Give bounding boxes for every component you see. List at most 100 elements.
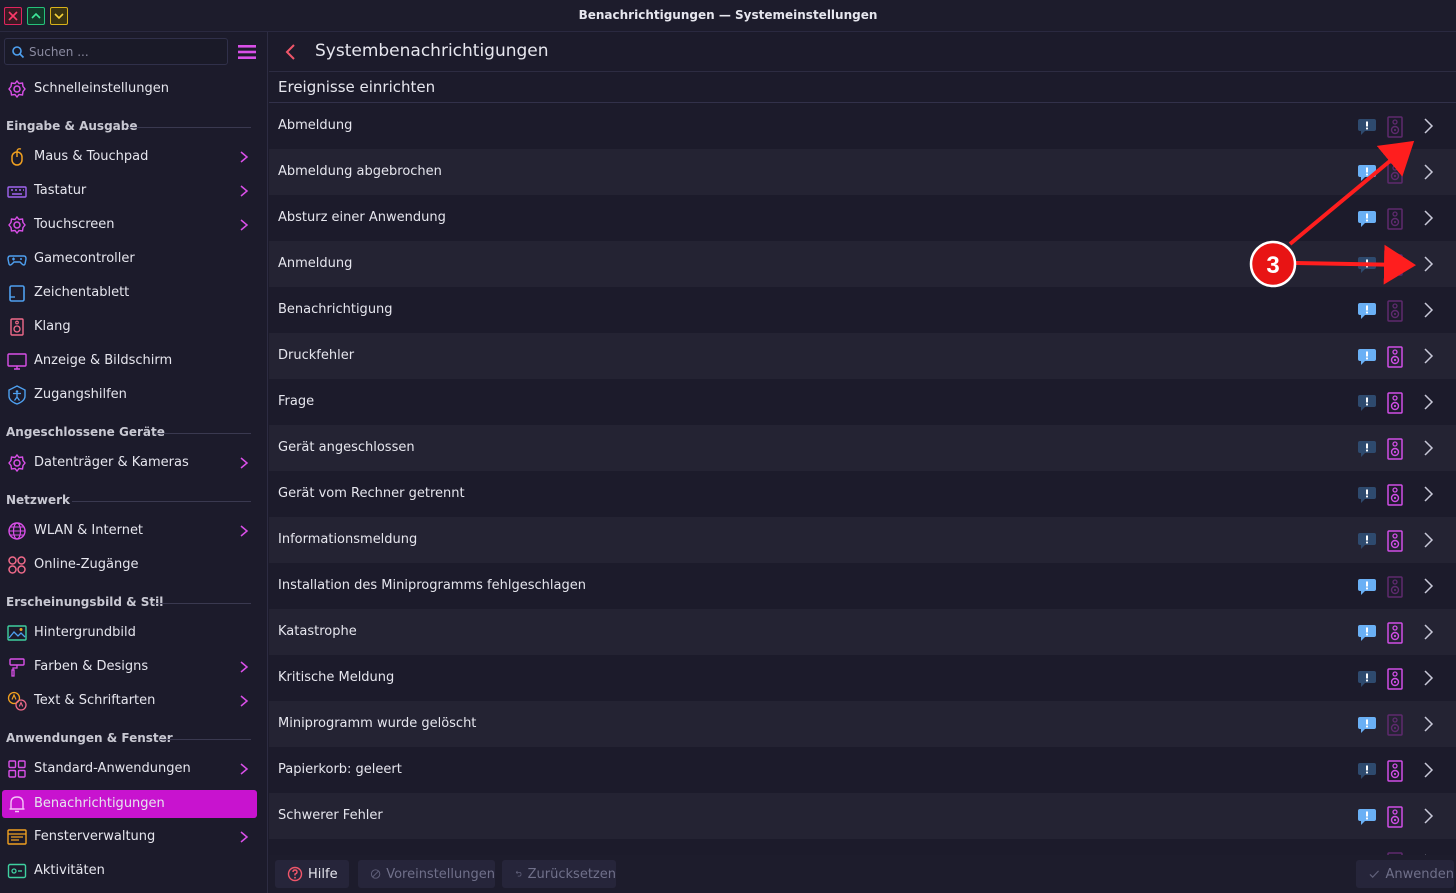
event-row[interactable]: Benachrichtigung <box>269 287 1456 333</box>
event-row[interactable]: Abmeldung <box>269 103 1456 149</box>
sidebar-item-standard-anwendungen[interactable]: Standard-Anwendungen <box>2 754 257 784</box>
popup-notification-icon <box>1358 303 1376 319</box>
defaults-icon <box>370 869 381 879</box>
help-label: Hilfe <box>308 866 338 882</box>
sound-speaker-icon <box>1387 576 1403 598</box>
tablet-icon <box>9 285 25 302</box>
sidebar-item-hintergrundbild[interactable]: Hintergrundbild <box>2 618 257 648</box>
event-row[interactable]: Miniprogramm wurde gelöscht <box>269 701 1456 747</box>
sidebar-item-label: Touchscreen <box>34 217 115 232</box>
popup-notification-icon <box>1358 257 1376 273</box>
chevron-right-icon[interactable] <box>1422 485 1434 503</box>
popup-notification-icon <box>1358 533 1376 549</box>
chevron-right-icon[interactable] <box>1422 669 1434 687</box>
sidebar-item-schnelleinstellungen[interactable]: Schnelleinstellungen <box>2 74 257 104</box>
chevron-right-icon[interactable] <box>1422 393 1434 411</box>
sidebar-item-text[interactable]: Text & Schriftarten <box>2 686 257 716</box>
sidebar-item-zeichentablett[interactable]: Zeichentablett <box>2 278 257 308</box>
event-row[interactable]: Gerät angeschlossen <box>269 425 1456 471</box>
chevron-right-icon[interactable] <box>1422 577 1434 595</box>
sidebar-item-datentraeger[interactable]: Datenträger & Kameras <box>2 448 257 478</box>
chevron-right-icon[interactable] <box>1422 761 1434 779</box>
event-row[interactable]: Absturz einer Anwendung <box>269 195 1456 241</box>
speaker-icon <box>10 318 24 336</box>
chevron-right-icon[interactable] <box>1422 715 1434 733</box>
chevron-right-icon[interactable] <box>1422 347 1434 365</box>
sidebar-item-anzeige[interactable]: Anzeige & Bildschirm <box>2 346 257 376</box>
chevron-right-icon[interactable] <box>1422 439 1434 457</box>
section-heading-anwendungen: Anwendungen & Fenster <box>6 731 173 745</box>
search-box[interactable] <box>4 38 228 65</box>
event-list: Abmeldung Abmeldung abgebrochen Absturz ei… <box>269 103 1456 855</box>
sidebar-item-label: Maus & Touchpad <box>34 149 149 164</box>
sidebar-item-klang[interactable]: Klang <box>2 312 257 342</box>
sidebar-item-label: Farben & Designs <box>34 659 149 674</box>
defaults-button[interactable]: Voreinstellungen <box>358 860 495 888</box>
sidebar-item-gamecontroller[interactable]: Gamecontroller <box>2 244 257 274</box>
chevron-right-icon[interactable] <box>1422 117 1434 135</box>
event-row[interactable]: Katastrophe <box>269 609 1456 655</box>
sidebar-item-aktivitaeten[interactable]: Aktivitäten <box>2 856 257 886</box>
sidebar-item-label: Datenträger & Kameras <box>34 455 189 470</box>
sound-speaker-icon <box>1387 392 1403 414</box>
chevron-right-icon[interactable] <box>1422 623 1434 641</box>
section-title: Ereignisse einrichten <box>278 78 436 96</box>
chevron-right-icon[interactable] <box>1422 255 1434 273</box>
hamburger-menu-button[interactable] <box>234 39 260 65</box>
chevron-right-icon[interactable] <box>1422 163 1434 181</box>
popup-notification-icon <box>1358 763 1376 779</box>
event-label: Absturz einer Anwendung <box>278 210 446 225</box>
chevron-right-icon[interactable] <box>1422 301 1434 319</box>
event-label: Anmeldung <box>278 256 353 271</box>
sidebar-item-tastatur[interactable]: Tastatur <box>2 176 257 206</box>
popup-notification-icon <box>1358 211 1376 227</box>
event-label: Abmeldung abgebrochen <box>278 164 442 179</box>
event-row[interactable]: Installation des Miniprogramms fehlgesch… <box>269 563 1456 609</box>
sidebar-item-maus[interactable]: Maus & Touchpad <box>2 142 257 172</box>
section-divider <box>128 127 251 128</box>
sidebar-item-label: WLAN & Internet <box>34 523 144 538</box>
apply-button[interactable]: Anwenden <box>1356 860 1454 888</box>
event-row[interactable]: Schwerer Fehler <box>269 793 1456 839</box>
footer-bar: Hilfe Voreinstellungen Zurücksetzen Anwe… <box>269 855 1456 893</box>
activities-icon <box>7 863 27 879</box>
event-row[interactable] <box>269 839 1456 855</box>
sidebar-item-online-zugaenge[interactable]: Online-Zugänge <box>2 550 257 580</box>
event-row[interactable]: Kritische Meldung <box>269 655 1456 701</box>
sidebar-item-zugangshilfen[interactable]: Zugangshilfen <box>2 380 257 410</box>
back-arrow-icon[interactable] <box>281 42 301 62</box>
chevron-right-icon <box>240 661 249 673</box>
sidebar-item-wlan[interactable]: WLAN & Internet <box>2 516 257 546</box>
sidebar-item-fensterverwaltung[interactable]: Fensterverwaltung <box>2 822 257 852</box>
chevron-right-icon[interactable] <box>1422 531 1434 549</box>
sidebar-item-label: Benachrichtigungen <box>34 796 165 811</box>
sidebar-item-touchscreen[interactable]: Touchscreen <box>2 210 257 240</box>
search-input[interactable] <box>29 42 219 62</box>
chevron-right-icon <box>240 219 249 231</box>
event-label: Druckfehler <box>278 348 355 363</box>
help-button[interactable]: Hilfe <box>275 860 349 888</box>
help-icon <box>287 866 303 882</box>
sidebar-item-benachrichtigungen[interactable]: Benachrichtigungen <box>2 790 257 818</box>
chevron-right-icon[interactable] <box>1422 807 1434 825</box>
sidebar-item-label: Online-Zugänge <box>34 557 139 572</box>
sound-speaker-icon <box>1387 530 1403 552</box>
sound-speaker-icon <box>1387 668 1403 690</box>
sidebar-item-label: Klang <box>34 319 71 334</box>
sound-speaker-icon <box>1387 116 1403 138</box>
title-bar: Benachrichtigungen — Systemeinstellungen <box>0 0 1456 32</box>
event-row[interactable]: Abmeldung abgebrochen <box>269 149 1456 195</box>
reset-button[interactable]: Zurücksetzen <box>502 860 616 888</box>
popup-notification-icon <box>1358 579 1376 595</box>
event-row[interactable]: Informationsmeldung <box>269 517 1456 563</box>
event-row[interactable]: Anmeldung <box>269 241 1456 287</box>
event-row[interactable]: Papierkorb: geleert <box>269 747 1456 793</box>
sidebar-item-label: Standard-Anwendungen <box>34 761 191 776</box>
event-row[interactable]: Frage <box>269 379 1456 425</box>
sound-speaker-icon <box>1387 346 1403 368</box>
gamepad-icon <box>7 255 27 266</box>
event-row[interactable]: Druckfehler <box>269 333 1456 379</box>
event-row[interactable]: Gerät vom Rechner getrennt <box>269 471 1456 517</box>
chevron-right-icon[interactable] <box>1422 209 1434 227</box>
sidebar-item-farben[interactable]: Farben & Designs <box>2 652 257 682</box>
